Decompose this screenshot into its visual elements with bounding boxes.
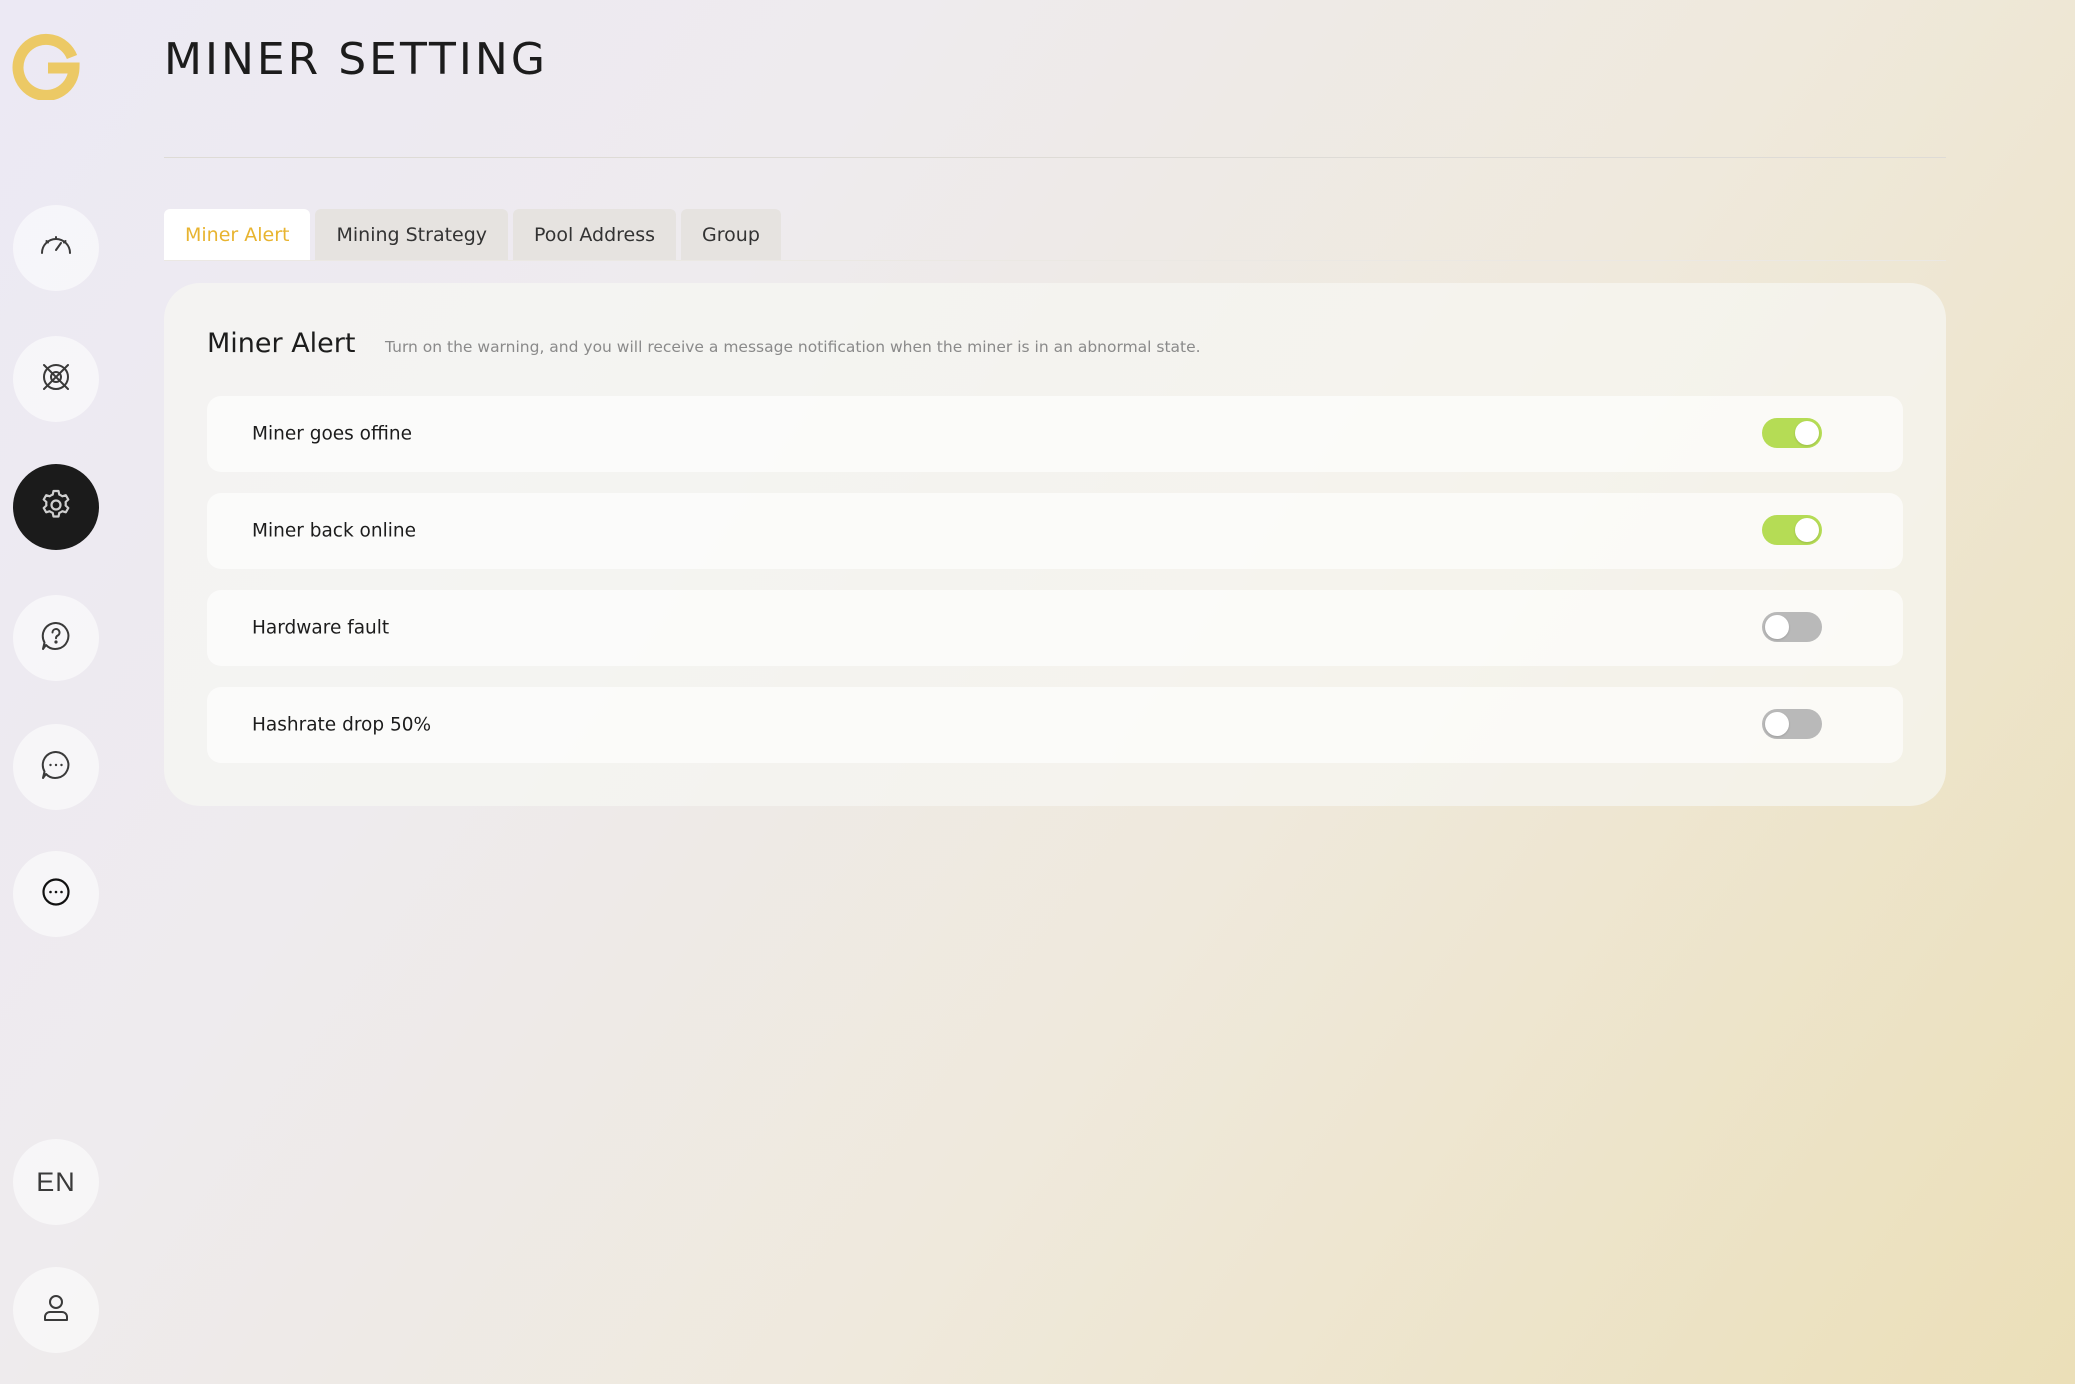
alert-row-hardware-fault: Hardware fault bbox=[207, 590, 1903, 666]
more-icon bbox=[38, 874, 74, 914]
help-icon bbox=[38, 618, 74, 658]
tab-group[interactable]: Group bbox=[681, 209, 781, 261]
alert-label: Hardware fault bbox=[252, 617, 390, 639]
alert-row-miner-offline: Miner goes offine bbox=[207, 396, 1903, 472]
card-description: Turn on the warning, and you will receiv… bbox=[385, 338, 1201, 356]
sidebar-item-miners[interactable] bbox=[13, 336, 99, 422]
alert-row-miner-online: Miner back online bbox=[207, 493, 1903, 569]
sidebar-item-profile[interactable] bbox=[13, 1267, 99, 1353]
sidebar-item-dashboard[interactable] bbox=[13, 205, 99, 291]
alert-toggle[interactable] bbox=[1762, 515, 1822, 545]
alert-row-hashrate-drop: Hashrate drop 50% bbox=[207, 687, 1903, 763]
alert-label: Hashrate drop 50% bbox=[252, 714, 432, 736]
tab-bar: Miner Alert Mining Strategy Pool Address… bbox=[164, 209, 781, 261]
page-title: MINER SETTING bbox=[164, 34, 548, 85]
sidebar-item-more[interactable] bbox=[13, 851, 99, 937]
mining-icon bbox=[38, 359, 74, 399]
language-selector[interactable]: EN bbox=[13, 1139, 99, 1225]
card-title: Miner Alert bbox=[207, 328, 356, 359]
tab-mining-strategy[interactable]: Mining Strategy bbox=[315, 209, 509, 261]
alert-toggle[interactable] bbox=[1762, 709, 1822, 739]
alert-label: Miner goes offine bbox=[252, 423, 412, 445]
logo-icon bbox=[12, 30, 82, 101]
miner-alert-card: Miner Alert Turn on the warning, and you… bbox=[164, 283, 1946, 806]
alert-toggle[interactable] bbox=[1762, 418, 1822, 448]
tabs-divider bbox=[164, 260, 1946, 261]
sidebar-item-settings[interactable] bbox=[13, 464, 99, 550]
tab-pool-address[interactable]: Pool Address bbox=[513, 209, 677, 261]
chat-icon bbox=[38, 747, 74, 787]
language-label: EN bbox=[36, 1166, 76, 1197]
tab-miner-alert[interactable]: Miner Alert bbox=[164, 209, 311, 261]
sidebar-item-help[interactable] bbox=[13, 595, 99, 681]
toggle-knob bbox=[1795, 421, 1819, 445]
toggle-knob bbox=[1795, 518, 1819, 542]
speedometer-icon bbox=[38, 228, 74, 268]
sidebar-item-messages[interactable] bbox=[13, 724, 99, 810]
gear-icon bbox=[38, 487, 74, 527]
toggle-knob bbox=[1765, 712, 1789, 736]
header-divider bbox=[164, 157, 1946, 158]
user-icon bbox=[38, 1290, 74, 1330]
toggle-knob bbox=[1765, 615, 1789, 639]
alert-label: Miner back online bbox=[252, 520, 416, 542]
alert-toggle[interactable] bbox=[1762, 612, 1822, 642]
